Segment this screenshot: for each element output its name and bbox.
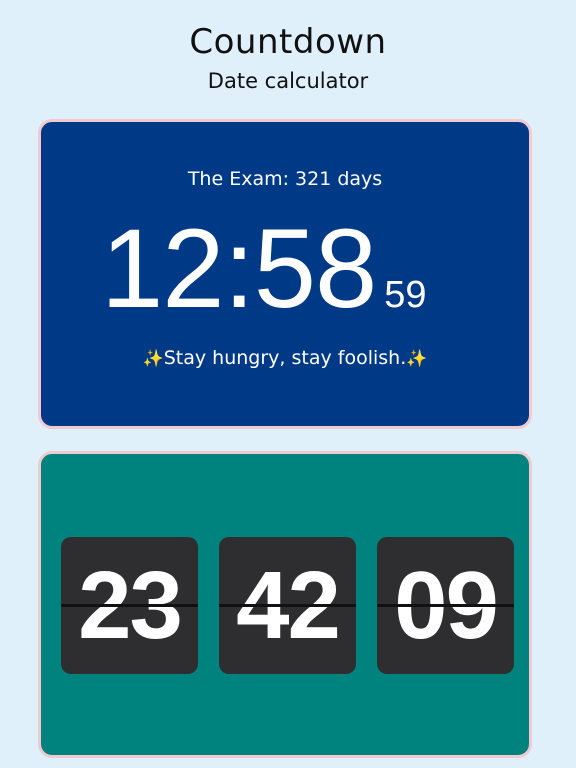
countdown-widget-card[interactable]: The Exam: 321 days 12:58 59 ✨Stay hungry,… (38, 119, 532, 429)
flip-divider (377, 604, 514, 607)
flip-tile-hours: 23 (61, 537, 198, 674)
flip-tile-minutes: 42 (219, 537, 356, 674)
page-title: Countdown (189, 22, 387, 62)
clock-seconds: 59 (384, 274, 427, 316)
flip-divider (61, 604, 198, 607)
event-days-label: The Exam: 321 days (187, 168, 383, 190)
page-subtitle: Date calculator (207, 69, 369, 93)
sparkles-icon: ✨ (142, 349, 164, 369)
clock-hours-minutes: 12:58 (101, 206, 377, 331)
flip-clock-widget-card[interactable]: 23 42 09 (38, 451, 532, 758)
flip-divider (219, 604, 356, 607)
flip-tile-seconds: 09 (377, 537, 514, 674)
motivational-quote: ✨Stay hungry, stay foolish.✨ (41, 346, 529, 371)
page-header: Countdown Date calculator (0, 20, 576, 96)
digital-clock: 12:58 59 (101, 210, 427, 328)
sparkles-icon: ✨ (406, 349, 428, 369)
quote-text: Stay hungry, stay foolish. (163, 347, 407, 369)
